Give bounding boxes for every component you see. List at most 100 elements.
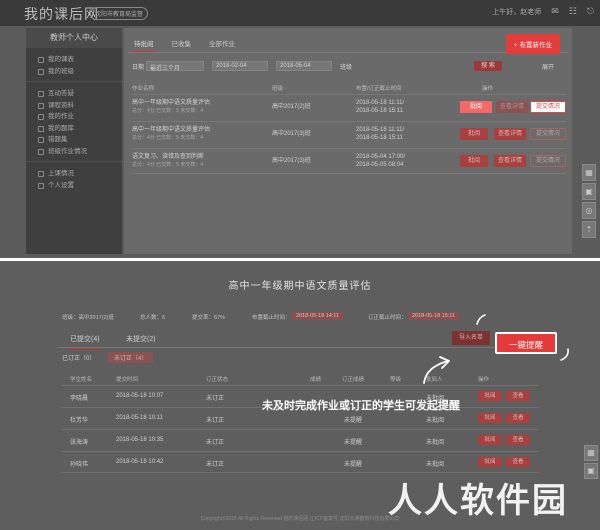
homework-meta: 总分：4分 已交数：5 未交数：4 xyxy=(132,162,204,168)
homework-name[interactable]: 高中一年级期中语文质量评估 xyxy=(132,126,210,134)
feedback-icon[interactable]: ◎ xyxy=(582,202,596,219)
homework-list-screen: 我的课后网 沈阳市教育局监督 上午好，赵老师 ✉ ☷ ⎋ 教师个人中心 我的课表… xyxy=(0,0,600,258)
submit-time: 2018-05-18 10:42 xyxy=(116,459,164,465)
sidebar-group-1: 我的课表 我的班级 xyxy=(26,48,122,82)
review-button[interactable]: 批阅 xyxy=(478,391,502,401)
date-label: 日期 xyxy=(132,65,145,71)
sidebar-item-mistakes[interactable]: 错题集 xyxy=(26,134,122,146)
review-button[interactable]: 批阅 xyxy=(460,101,492,113)
student-name: 张海涛 xyxy=(70,440,89,446)
revision-status: 未订正 xyxy=(206,462,225,468)
submission-status-button[interactable]: 提交情况 xyxy=(530,101,566,113)
reviewer: 未批阅 xyxy=(426,462,445,468)
sidebar-item-label: 我的作业 xyxy=(48,113,74,120)
view-button[interactable]: 查看 xyxy=(506,457,530,467)
mistake-icon xyxy=(38,137,44,143)
submission-status-button[interactable]: 提交情况 xyxy=(530,128,566,140)
import-list-button[interactable]: 导入名单 xyxy=(452,331,491,345)
view-detail-button[interactable]: 查看详情 xyxy=(494,128,526,140)
homework-tabs: 待批阅 已收集 全部作业 xyxy=(134,38,235,53)
sidebar-group-2: 互动答疑 课程资料 我的作业 我的题库 错题集 班级作业情况 xyxy=(26,82,122,162)
highlight-spark-icon xyxy=(476,314,486,325)
homework-detail-screen: 高中一年级期中语文质量评估 班级：高中2017(2)班 总人数：6 提交率：67… xyxy=(0,261,600,530)
review-button[interactable]: 批阅 xyxy=(478,413,502,423)
info-fix-label: 订正截止时间： xyxy=(368,315,407,321)
highlight-spark-icon xyxy=(560,348,569,361)
revision-status: 未订正 xyxy=(206,440,225,446)
sidebar-item-class-homework[interactable]: 班级作业情况 xyxy=(26,146,122,158)
chart-icon xyxy=(38,148,44,155)
detail-info-bar: 班级：高中2017(2)班 总人数：6 提交率：67% 布置截止时间： 2018… xyxy=(62,312,542,323)
greeting-text[interactable]: 上午好，赵老师 xyxy=(492,7,541,17)
revision-status: 未订正 xyxy=(206,418,225,424)
tab-pending[interactable]: 待批阅 xyxy=(134,38,154,53)
sidebar-item-materials[interactable]: 课程资料 xyxy=(26,100,122,112)
table-row: 高中一年级期中语文质量评估 总分：4分 已交数：5 未交数：4 高中2017(2)… xyxy=(132,94,566,120)
callout-text: 未及时完成作业或订正的学生可发起提醒 xyxy=(262,400,460,412)
app-icon[interactable]: ▣ xyxy=(584,463,598,479)
view-detail-button[interactable]: 查看详情 xyxy=(494,155,526,167)
qrcode-icon[interactable]: ▦ xyxy=(584,445,598,461)
detail-tab-divider xyxy=(58,347,542,348)
sidebar-item-label: 我的题库 xyxy=(48,124,74,132)
app-icon[interactable]: ▣ xyxy=(582,183,596,200)
assign-homework-button[interactable]: + 布置新作业 xyxy=(505,34,560,54)
col-revision-status: 订正状态 xyxy=(206,377,229,383)
view-button[interactable]: 查看 xyxy=(506,435,530,445)
homework-class: 高中2017(2)班 xyxy=(272,104,311,110)
col-submit-time: 提交时间 xyxy=(116,377,139,383)
sidebar-item-question-bank[interactable]: 我的题库 xyxy=(26,123,122,135)
side-toolbar: ▦ ▣ xyxy=(584,445,598,479)
student-name: 李晓晨 xyxy=(70,396,89,402)
col-student: 学生姓名 xyxy=(70,377,93,383)
review-button[interactable]: 批阅 xyxy=(460,155,488,167)
sidebar-item-qa[interactable]: 互动答疑 xyxy=(26,88,122,100)
view-detail-button[interactable]: 查看详情 xyxy=(496,101,528,113)
sidebar-item-settings[interactable]: 个人设置 xyxy=(26,180,122,192)
col-class: 班级 xyxy=(272,86,284,92)
sidebar-item-schedule[interactable]: 我的课表 xyxy=(26,54,122,66)
col-action: 操作 xyxy=(482,86,494,92)
tab-not-submitted[interactable]: 未提交(2) xyxy=(126,334,156,344)
logout-icon[interactable]: ⎋ xyxy=(587,6,594,17)
student-table-header: 学生姓名 提交时间 订正状态 成绩 订正成绩 等级 批阅人 操作 xyxy=(70,375,530,383)
end-date-input[interactable]: 2018-05-04 xyxy=(276,61,332,71)
time-start: 2018-05-18 11:11/ xyxy=(356,100,405,106)
search-button[interactable]: 搜 索 xyxy=(474,61,502,71)
message-icon[interactable]: ✉ xyxy=(551,6,559,17)
tab-not-revised[interactable]: 未订正（4） xyxy=(108,352,154,363)
expand-toggle[interactable]: 展开 xyxy=(542,62,554,71)
tab-all[interactable]: 全部作业 xyxy=(209,38,235,53)
qrcode-icon[interactable]: ▦ xyxy=(582,164,596,181)
side-toolbar: ▦ ▣ ◎ ⇡ xyxy=(582,164,596,238)
remind-status: 未提醒 xyxy=(344,462,363,468)
brand-logo[interactable]: 我的课后网 xyxy=(24,4,99,24)
sidebar: 教师个人中心 我的课表 我的班级 互动答疑 课程资料 我的作业 我的题库 错题集… xyxy=(26,28,122,254)
view-button[interactable]: 查看 xyxy=(506,413,530,423)
review-button[interactable]: 批阅 xyxy=(478,435,502,445)
tab-revised[interactable]: 已订正（0） xyxy=(62,353,95,362)
submission-status-button[interactable]: 提交情况 xyxy=(530,155,566,167)
calendar-icon xyxy=(38,57,44,63)
homework-table-header: 作业名称 班级 布置/订正截止时间 操作 xyxy=(132,84,566,92)
one-click-remind-button[interactable]: 一键提醒 xyxy=(495,332,557,354)
range-select[interactable]: 最近三个月 xyxy=(146,61,204,72)
review-button[interactable]: 批阅 xyxy=(478,457,502,467)
review-button[interactable]: 批阅 xyxy=(460,128,488,140)
start-date-input[interactable]: 2018-02-04 xyxy=(212,61,268,71)
homework-name[interactable]: 语文复习、读错及查到判断 xyxy=(132,153,204,161)
remind-status: 未提醒 xyxy=(344,418,363,424)
tab-collected[interactable]: 已收集 xyxy=(172,38,192,53)
sidebar-title: 教师个人中心 xyxy=(26,28,122,48)
submit-time: 2018-05-18 10:35 xyxy=(116,437,164,443)
table-row: 张海涛 2018-05-18 10:35 未订正 未提醒 未批阅 批阅 查看 xyxy=(62,429,538,451)
view-button[interactable]: 查看 xyxy=(506,391,530,401)
sidebar-item-attendance[interactable]: 上课情况 xyxy=(26,168,122,180)
sidebar-item-homework[interactable]: 我的作业 xyxy=(26,111,122,123)
cart-icon[interactable]: ☷ xyxy=(569,6,577,17)
back-to-top-icon[interactable]: ⇡ xyxy=(582,221,596,238)
sidebar-item-class[interactable]: 我的班级 xyxy=(26,66,122,78)
homework-name[interactable]: 高中一年级期中语文质量评估 xyxy=(132,99,210,107)
table-row: 语文复习、读错及查到判断 总分：4分 已交数：5 未交数：4 高中2017(3)班… xyxy=(132,148,566,174)
student-name: 杜芳华 xyxy=(70,418,89,424)
